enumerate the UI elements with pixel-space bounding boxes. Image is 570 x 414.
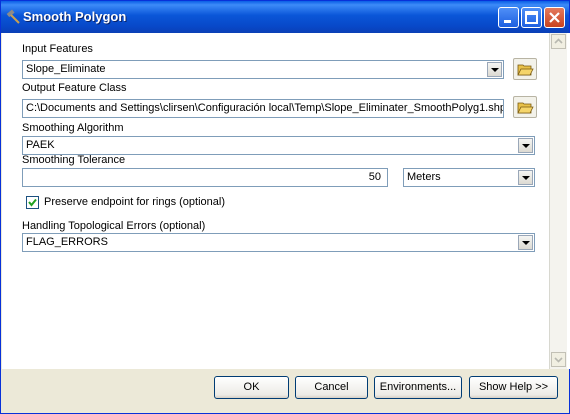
environments-button[interactable]: Environments... bbox=[374, 376, 462, 399]
title-bar[interactable]: Smooth Polygon bbox=[1, 1, 569, 33]
tolerance-unit-value: Meters bbox=[407, 171, 441, 183]
browse-output-button[interactable] bbox=[513, 96, 537, 118]
minimize-button[interactable] bbox=[498, 7, 519, 28]
window-title: Smooth Polygon bbox=[23, 9, 127, 24]
chevron-down-icon bbox=[554, 357, 563, 363]
topological-errors-value: FLAG_ERRORS bbox=[26, 236, 108, 248]
maximize-button[interactable] bbox=[521, 7, 542, 28]
smoothing-tolerance-label: Smoothing Tolerance bbox=[22, 154, 126, 166]
output-feature-class-input[interactable]: C:\Documents and Settings\clirsen\Config… bbox=[22, 99, 504, 118]
smoothing-tolerance-input[interactable]: 50 bbox=[22, 168, 388, 187]
open-folder-icon bbox=[517, 102, 534, 114]
input-features-label: Input Features bbox=[22, 43, 93, 55]
minimize-icon bbox=[504, 20, 511, 23]
checkmark-icon bbox=[28, 198, 37, 207]
smoothing-algorithm-dropdown[interactable]: PAEK bbox=[22, 136, 535, 155]
input-features-value: Slope_Eliminate bbox=[26, 63, 106, 75]
tolerance-unit-dropdown[interactable]: Meters bbox=[403, 168, 535, 187]
cancel-button[interactable]: Cancel bbox=[295, 376, 368, 399]
chevron-down-icon[interactable] bbox=[487, 62, 502, 77]
open-folder-icon bbox=[517, 64, 534, 76]
chevron-down-icon[interactable] bbox=[518, 235, 533, 250]
show-help-button[interactable]: Show Help >> bbox=[469, 376, 558, 399]
scroll-up-arrow[interactable] bbox=[551, 34, 566, 49]
smoothing-algorithm-label: Smoothing Algorithm bbox=[22, 122, 124, 134]
smooth-polygon-dialog: Smooth Polygon Input Features Slope_Elim… bbox=[0, 0, 570, 414]
vertical-scrollbar[interactable] bbox=[549, 33, 567, 369]
topological-errors-dropdown[interactable]: FLAG_ERRORS bbox=[22, 233, 535, 252]
output-feature-class-value: C:\Documents and Settings\clirsen\Config… bbox=[26, 102, 504, 114]
chevron-down-icon[interactable] bbox=[518, 170, 533, 185]
chevron-down-icon[interactable] bbox=[518, 138, 533, 153]
close-button[interactable] bbox=[544, 7, 565, 28]
smoothing-algorithm-value: PAEK bbox=[26, 139, 55, 151]
scroll-down-arrow[interactable] bbox=[551, 352, 566, 367]
topological-errors-label: Handling Topological Errors (optional) bbox=[22, 220, 206, 232]
browse-input-button[interactable] bbox=[513, 58, 537, 80]
close-icon bbox=[549, 12, 560, 23]
hammer-tool-icon bbox=[6, 9, 20, 24]
output-feature-class-label: Output Feature Class bbox=[22, 82, 127, 94]
maximize-icon bbox=[525, 11, 538, 24]
preserve-endpoint-checkbox[interactable] bbox=[26, 196, 39, 209]
smoothing-tolerance-value: 50 bbox=[368, 171, 381, 183]
ok-button[interactable]: OK bbox=[214, 376, 289, 399]
parameters-panel: Input Features Slope_Eliminate Output Fe… bbox=[2, 33, 570, 369]
input-features-dropdown[interactable]: Slope_Eliminate bbox=[22, 60, 504, 79]
chevron-up-icon bbox=[554, 38, 563, 44]
preserve-endpoint-label[interactable]: Preserve endpoint for rings (optional) bbox=[44, 196, 225, 208]
